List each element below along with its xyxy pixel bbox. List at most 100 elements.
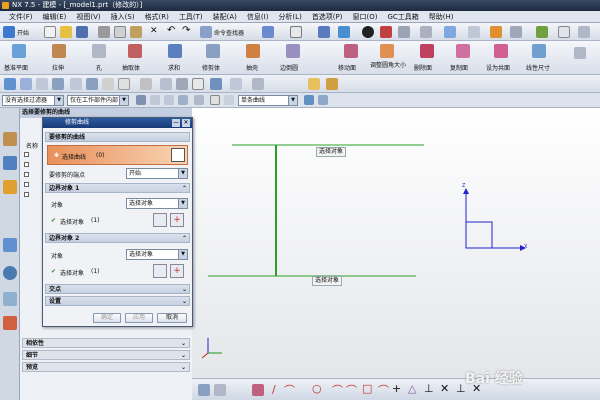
ok-button[interactable]: 确定 (93, 313, 121, 323)
start-button[interactable]: 开始 (17, 28, 29, 37)
minimize-icon[interactable]: — (172, 119, 180, 127)
menu-file[interactable]: 文件(F) (4, 11, 38, 23)
snap-point-icon[interactable] (318, 95, 328, 105)
menu-assembly[interactable]: 装配(A) (208, 11, 242, 23)
circle-icon[interactable]: ○ (312, 382, 322, 395)
menu-edit[interactable]: 编辑(E) (38, 11, 72, 23)
boundary-object-2-section[interactable]: 边界对象 2 ⌃ (45, 233, 190, 243)
settings-section[interactable]: 设置 ⌄ (45, 296, 190, 306)
hole-icon[interactable] (92, 44, 106, 58)
crosshair-icon[interactable]: + (170, 213, 184, 227)
polygon-icon[interactable]: ⌒ (378, 382, 389, 398)
delete-face-button[interactable]: 删除面 (414, 63, 432, 72)
snap-icon-4[interactable] (52, 78, 64, 90)
tree-row[interactable] (24, 171, 31, 178)
layout-icon[interactable] (558, 26, 570, 38)
close-icon[interactable]: ✕ (182, 119, 190, 127)
copy-icon[interactable] (114, 26, 126, 38)
linear-dimension-button[interactable]: 线性尺寸 (526, 63, 550, 72)
edge-blend-icon[interactable] (286, 44, 300, 58)
extrude-icon[interactable] (52, 44, 66, 58)
wcs-icon[interactable] (420, 26, 432, 38)
select-tool-icon[interactable] (210, 95, 220, 105)
measure-icon[interactable] (444, 26, 456, 38)
arc-icon[interactable]: ⌒ (284, 382, 295, 398)
extract-body-icon[interactable] (128, 44, 142, 58)
shell-icon[interactable] (246, 44, 260, 58)
layer-icon[interactable] (398, 26, 410, 38)
shaded-icon[interactable] (362, 26, 374, 38)
linear-dimension-icon[interactable] (532, 44, 546, 58)
undo-icon[interactable]: ↶ (167, 25, 175, 36)
snap-icon-8[interactable] (118, 78, 130, 90)
studio-spline-icon[interactable] (252, 384, 264, 396)
object-type-select-2[interactable]: 选择对象 ▼ (126, 249, 188, 260)
open-folder-icon[interactable] (60, 26, 72, 38)
part-navigator-icon[interactable] (3, 180, 17, 194)
graphics-window[interactable]: 选择对象 选择对象 Z X (192, 108, 600, 378)
resize-blend-icon[interactable] (380, 44, 394, 58)
snap-icon-2[interactable] (20, 78, 32, 90)
object-type-select-1[interactable]: 选择对象 ▼ (126, 198, 188, 209)
menu-help[interactable]: 帮助(H) (424, 11, 459, 23)
move-face-button[interactable]: 移动面 (338, 63, 356, 72)
menu-insert[interactable]: 插入(S) (106, 11, 140, 23)
tree-row[interactable] (24, 161, 31, 168)
view-orient-icon[interactable] (318, 26, 330, 38)
snap-icon-9[interactable] (140, 78, 152, 90)
coplanar-button[interactable]: 设为共面 (486, 63, 510, 72)
tree-row[interactable] (24, 181, 31, 188)
process-studio-icon[interactable] (3, 316, 17, 330)
delete-face-icon[interactable] (420, 44, 434, 58)
boundary-object-1-section[interactable]: 边界对象 1 ⌃ (45, 183, 190, 193)
square-icon[interactable] (192, 78, 204, 90)
intersection-section[interactable]: 交点 ⌄ (45, 284, 190, 294)
more-icon[interactable] (578, 26, 590, 38)
menu-format[interactable]: 格式(R) (140, 11, 174, 23)
select-tool-icon[interactable] (136, 95, 146, 105)
render-style-icon[interactable] (338, 26, 350, 38)
hole-button[interactable]: 孔 (96, 63, 102, 72)
extract-body-button[interactable]: 抽取体 (122, 63, 140, 72)
copy-face-icon[interactable] (456, 44, 470, 58)
select-tool-icon[interactable] (194, 95, 204, 105)
color-icon[interactable] (380, 26, 392, 38)
details-section[interactable]: 细节 ⌄ (22, 350, 190, 360)
fillet-icon[interactable]: ⌒ (332, 382, 343, 398)
paste-icon[interactable] (130, 26, 142, 38)
snap-point-icon[interactable] (304, 95, 314, 105)
curve-tool-icon[interactable] (198, 384, 210, 396)
select-tool-icon[interactable] (164, 95, 174, 105)
tools-icon[interactable] (490, 26, 502, 38)
copy-face-button[interactable]: 复制面 (450, 63, 468, 72)
point-dialog-icon[interactable] (153, 213, 167, 227)
assembly-navigator-icon[interactable] (3, 132, 17, 146)
menu-window[interactable]: 窗口(O) (348, 11, 383, 23)
menu-info[interactable]: 信息(I) (242, 11, 274, 23)
preview-section[interactable]: 预览 ⌄ (22, 362, 190, 372)
snap-icon-3[interactable] (36, 78, 48, 90)
name-column-header[interactable]: 名称 (26, 141, 38, 150)
menu-preferences[interactable]: 首选项(P) (307, 11, 348, 23)
curve-tool-icon[interactable] (214, 384, 226, 396)
snap-icon-1[interactable] (4, 78, 16, 90)
constraint-navigator-icon[interactable] (3, 156, 17, 170)
command-finder-button[interactable]: 命令查找器 (214, 28, 244, 37)
snap-icon-5[interactable] (70, 78, 82, 90)
offset-icon[interactable]: △ (408, 382, 416, 395)
end-to-trim-select[interactable]: 开始 ▼ (126, 168, 188, 179)
fit-icon[interactable] (290, 26, 302, 38)
line-icon[interactable]: / (272, 383, 276, 396)
select-tool-icon[interactable] (178, 95, 188, 105)
unite-icon[interactable] (168, 44, 182, 58)
snap-icon-6[interactable] (86, 78, 98, 90)
system-materials-icon[interactable] (3, 292, 17, 306)
cancel-button[interactable]: 取消 (157, 313, 187, 323)
select-curve-row[interactable]: ✱ 选择曲线 (0) (47, 145, 188, 165)
sync-icon[interactable] (536, 26, 548, 38)
snap-icon-13[interactable] (252, 78, 264, 90)
settings-icon[interactable] (510, 26, 522, 38)
history-icon[interactable] (3, 266, 17, 280)
snap-icon-12[interactable] (230, 78, 242, 90)
constraint-icon[interactable]: ⊥ (424, 382, 434, 395)
